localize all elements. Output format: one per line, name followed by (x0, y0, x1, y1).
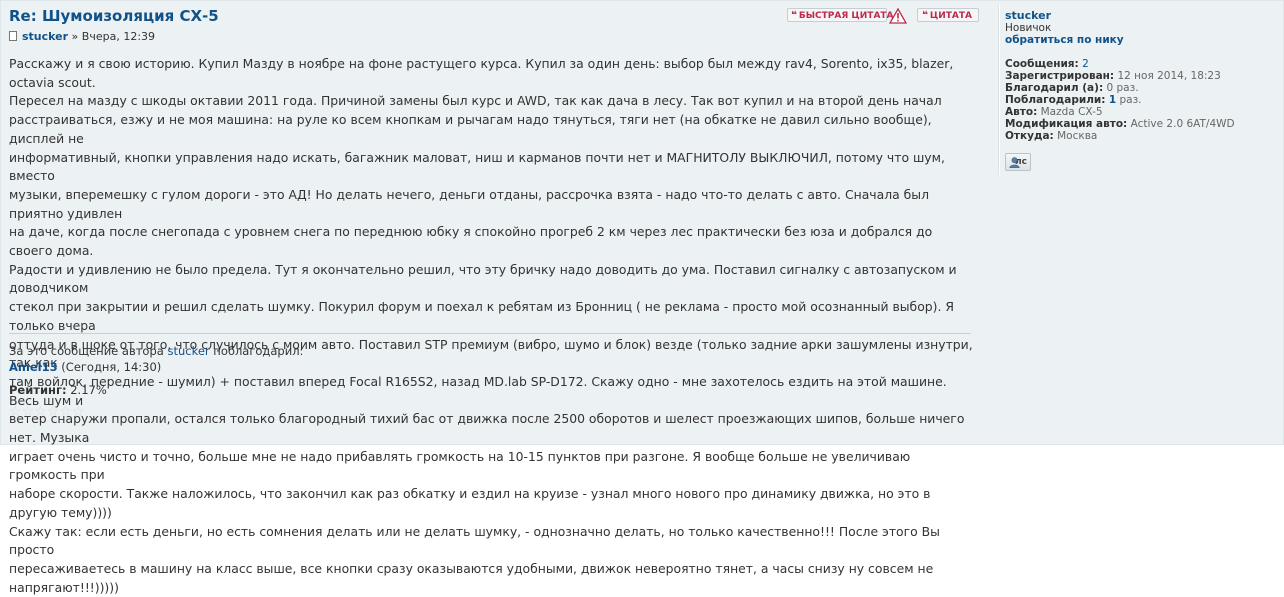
profile-rank: Новичок (1005, 22, 1052, 34)
content-line: Скажу так: если есть деньги, но есть сом… (9, 523, 940, 558)
report-button[interactable] (889, 8, 907, 24)
content-divider (9, 333, 971, 334)
content-line: музыки, вперемешку с гулом дороги - это … (9, 186, 929, 221)
post-content: Расскажу и я свою историю. Купил Мазду в… (9, 55, 977, 597)
thanked-value: 0 раз. (1106, 82, 1139, 94)
rating-value: 2.17% (70, 383, 107, 397)
quote-mark-icon: ❝ (922, 10, 928, 21)
profile-was-thanked: Поблагодарили: 1 раз. (1005, 94, 1275, 106)
content-line: расстраиваться, езжу и не моя машина: на… (9, 112, 932, 146)
location-label: Откуда: (1005, 130, 1054, 142)
profile-car: Авто: Mazda CX-5 (1005, 106, 1275, 118)
thanks-suffix: поблагодарил: (209, 344, 304, 358)
content-line: там войлок, передние - шумил) + поставил… (9, 373, 947, 408)
content-line: на даче, когда после снегопада с уровнем… (9, 224, 933, 259)
rating-label: Рейтинг: (9, 383, 67, 397)
profile-registered: Зарегистрирован: 12 ноя 2014, 18:23 (1005, 70, 1275, 82)
forum-post: Re: Шумоизоляция СХ-5 ❝ БЫСТРАЯ ЦИТАТА ❝ Ц… (0, 0, 1284, 595)
profile-username[interactable]: stucker (1005, 10, 1275, 22)
content-line: Расскажу и я свою историю. Купил Мазду в… (9, 56, 954, 90)
content-line: Пересел на мазду с шкоды октавии 2011 го… (9, 93, 942, 109)
post-title[interactable]: Re: Шумоизоляция СХ-5 (9, 7, 219, 25)
report-warning-icon (889, 8, 907, 24)
posts-count-link[interactable]: 2 (1082, 58, 1089, 70)
star-icon[interactable]: ☆ (47, 405, 60, 419)
was-thanked-suffix: раз. (1116, 94, 1142, 106)
profile-modification: Модификация авто: Active 2.0 6AT/4WD (1005, 118, 1275, 130)
location-value: Москва (1057, 130, 1098, 142)
registered-label: Зарегистрирован: (1005, 70, 1115, 82)
was-thanked-label: Поблагодарили: (1005, 94, 1106, 106)
star-icon[interactable]: ☆ (34, 405, 47, 419)
thanks-prefix: За это сообщение автора (9, 344, 168, 358)
content-line: наборе скорости. Также наложилось, что з… (9, 486, 931, 520)
content-line: информативный, кнопки управления надо ис… (9, 149, 945, 184)
thanked-label: Благодарил (а): (1005, 82, 1104, 94)
car-value: Mazda CX-5 (1040, 106, 1103, 118)
quote-label: ЦИТАТА (929, 11, 972, 21)
thanks-block: За это сообщение автора stucker поблагод… (9, 343, 303, 375)
quote-button[interactable]: ❝ ЦИТАТА (917, 8, 979, 22)
modification-value: Active 2.0 6AT/4WD (1130, 118, 1235, 130)
car-label: Авто: (1005, 106, 1038, 118)
content-line: стекол при закрытии и решил сделать шумк… (9, 299, 954, 333)
modification-label: Модификация авто: (1005, 118, 1128, 130)
content-line: ветер снаружи пропали, остался только бл… (9, 411, 965, 446)
rating-stars: ☆☆☆☆☆☆ (9, 401, 84, 420)
contact-by-nick-link[interactable]: обратиться по нику (1005, 34, 1275, 46)
content-line: Радости и удивлению не было предела. Тут… (9, 261, 957, 296)
post-profile: stucker Новичок обратиться по нику Сообщ… (1005, 10, 1275, 171)
thanks-author-link[interactable]: stucker (167, 344, 209, 358)
post-date: Вчера, 12:39 (81, 30, 156, 43)
profile-divider (998, 5, 1000, 175)
thanks-line: За это сообщение автора stucker поблагод… (9, 343, 303, 359)
post-meta: stucker » Вчера, 12:39 (9, 30, 155, 43)
private-message-button[interactable]: лс (1005, 153, 1031, 171)
user-icon (1009, 157, 1020, 168)
posts-label: Сообщения: (1005, 58, 1079, 70)
date-separator: » (68, 30, 82, 43)
profile-location: Откуда: Москва (1005, 130, 1275, 142)
star-icon[interactable]: ☆ (22, 405, 35, 419)
thanks-user-line: Amel13 (Сегодня, 14:30) (9, 359, 303, 375)
post-author-link[interactable]: stucker (22, 30, 68, 43)
profile-posts: Сообщения: 2 (1005, 58, 1275, 70)
quote-mark-icon: ❝ (791, 10, 797, 21)
star-icon[interactable]: ☆ (59, 405, 72, 419)
thanks-time: (Сегодня, 14:30) (57, 360, 162, 374)
star-icon[interactable]: ☆ (72, 405, 85, 419)
content-line: пересаживаетесь в машину на класс выше, … (9, 560, 934, 595)
post-document-icon[interactable] (9, 31, 17, 41)
content-line: играет очень чисто и точно, больше мне н… (9, 448, 911, 483)
thanking-user-link[interactable]: Amel13 (9, 360, 58, 374)
rating-block: Рейтинг: 2.17% (9, 383, 107, 397)
fast-quote-button[interactable]: ❝ БЫСТРАЯ ЦИТАТА (787, 8, 894, 22)
star-icon[interactable]: ☆ (9, 405, 22, 419)
profile-thanked: Благодарил (а): 0 раз. (1005, 82, 1275, 94)
registered-value: 12 ноя 2014, 18:23 (1117, 70, 1221, 82)
fast-quote-label: БЫСТРАЯ ЦИТАТА (798, 11, 894, 21)
